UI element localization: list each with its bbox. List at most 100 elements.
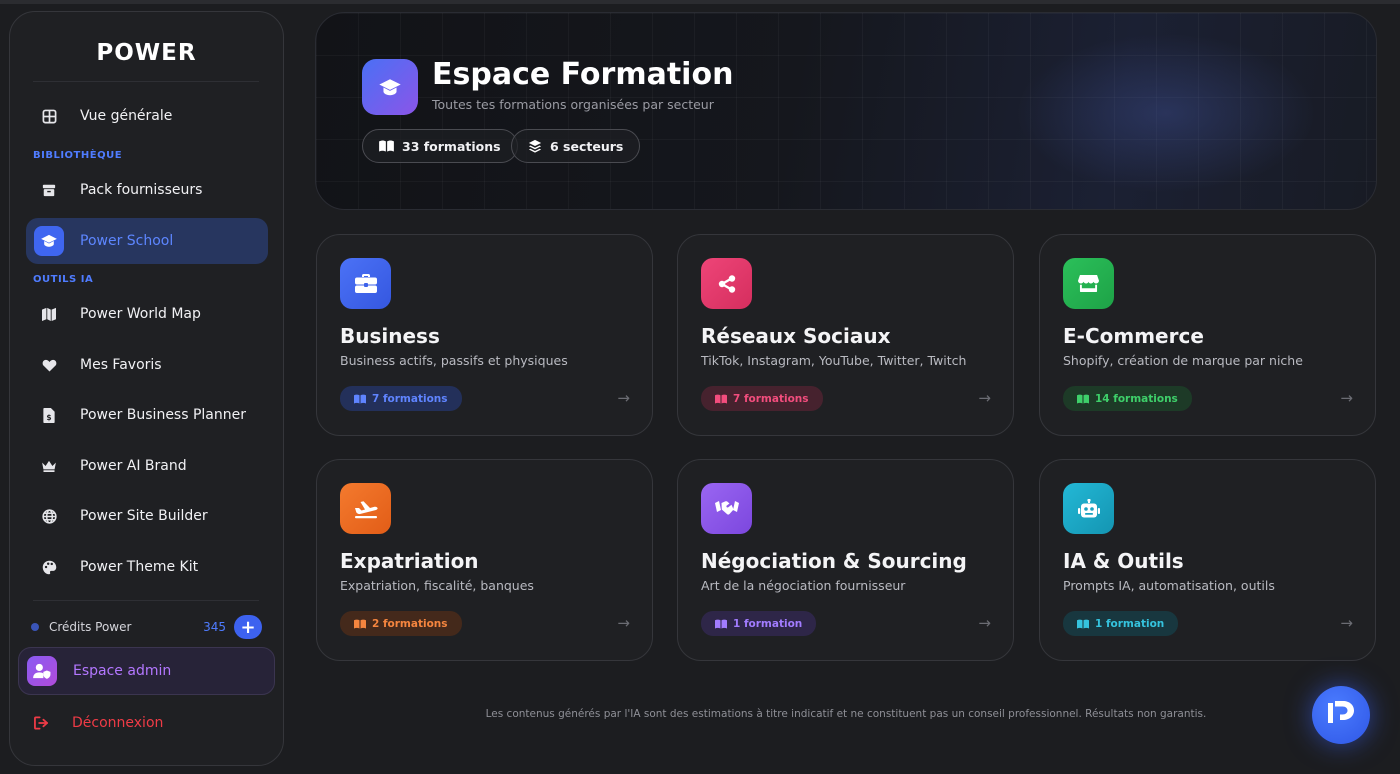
sidebar-item-supplier-pack[interactable]: Pack fournisseurs <box>26 167 268 213</box>
formation-count-badge: 7 formations <box>701 386 823 411</box>
page-title: Espace Formation <box>432 57 734 92</box>
map-icon <box>26 307 72 321</box>
sector-card-ai-tools[interactable]: IA & Outils Prompts IA, automatisation, … <box>1039 459 1376 661</box>
book-icon <box>354 394 366 404</box>
card-title: Business <box>340 324 440 348</box>
sidebar-item-theme-kit[interactable]: Power Theme Kit <box>26 544 268 590</box>
credits-label: Crédits Power <box>49 620 132 634</box>
add-credits-button[interactable]: + <box>234 615 262 639</box>
section-label-library: BIBLIOTHÈQUE <box>33 150 123 161</box>
sidebar-item-label: Power Business Planner <box>80 407 246 423</box>
badge-label: 7 formations <box>733 392 809 405</box>
card-subtitle: TikTok, Instagram, YouTube, Twitter, Twi… <box>701 353 967 368</box>
section-label-ai-tools: OUTILS IA <box>33 274 94 285</box>
store-icon <box>1063 258 1114 309</box>
sector-card-social-networks[interactable]: Réseaux Sociaux TikTok, Instagram, YouTu… <box>677 234 1014 436</box>
assistant-fab-button[interactable] <box>1312 686 1370 744</box>
sidebar-item-ai-brand[interactable]: Power AI Brand <box>26 443 268 489</box>
sidebar-item-business-planner[interactable]: $ Power Business Planner <box>26 392 268 438</box>
sidebar-item-power-school[interactable]: Power School <box>26 218 268 264</box>
card-subtitle: Art de la négociation fournisseur <box>701 578 906 593</box>
admin-label: Espace admin <box>73 663 172 679</box>
arrow-right-icon: → <box>617 614 630 632</box>
sidebar-item-label: Mes Favoris <box>80 357 162 373</box>
heart-icon <box>26 359 72 372</box>
grid-icon <box>26 109 72 124</box>
book-icon <box>715 619 727 629</box>
card-title: Expatriation <box>340 549 479 573</box>
card-title: Négociation & Sourcing <box>701 549 967 573</box>
logout-icon <box>30 716 52 730</box>
hero-banner: Espace Formation Toutes tes formations o… <box>315 12 1377 210</box>
badge-label: 1 formation <box>1095 617 1165 630</box>
arrow-right-icon: → <box>978 614 991 632</box>
status-dot <box>31 623 39 631</box>
book-icon <box>1077 394 1089 404</box>
card-title: Réseaux Sociaux <box>701 324 891 348</box>
divider <box>33 600 259 601</box>
badge-label: 2 formations <box>372 617 448 630</box>
sidebar: POWER Vue générale BIBLIOTHÈQUE Pack fou… <box>9 11 284 766</box>
formation-count-badge: 1 formation <box>1063 611 1179 636</box>
handshake-icon <box>701 483 752 534</box>
svg-text:$: $ <box>46 413 51 422</box>
book-icon <box>715 394 727 404</box>
ai-disclaimer: Les contenus générés par l'IA sont des e… <box>485 708 1207 720</box>
arrow-right-icon: → <box>617 389 630 407</box>
card-title: E-Commerce <box>1063 324 1204 348</box>
sidebar-item-world-map[interactable]: Power World Map <box>26 291 268 337</box>
sidebar-item-label: Power School <box>80 233 174 249</box>
sector-card-expatriation[interactable]: Expatriation Expatriation, fiscalité, ba… <box>316 459 653 661</box>
badge-label: 7 formations <box>372 392 448 405</box>
stat-label: 6 secteurs <box>550 138 624 154</box>
logout-button[interactable]: Déconnexion <box>30 712 163 734</box>
briefcase-icon <box>340 258 391 309</box>
brand-logo[interactable]: POWER <box>10 40 283 66</box>
power-logo-icon <box>1326 699 1356 731</box>
globe-icon <box>26 508 72 524</box>
book-icon <box>379 140 394 152</box>
formation-count-badge: 7 formations <box>340 386 462 411</box>
layers-icon <box>528 139 542 153</box>
sector-card-business[interactable]: Business Business actifs, passifs et phy… <box>316 234 653 436</box>
badge-label: 14 formations <box>1095 392 1178 405</box>
card-subtitle: Shopify, création de marque par niche <box>1063 353 1303 368</box>
document-dollar-icon: $ <box>26 407 72 423</box>
graduation-cap-icon <box>34 226 64 256</box>
badge-label: 1 formation <box>733 617 803 630</box>
graduation-cap-icon <box>362 59 418 115</box>
book-icon <box>1077 619 1089 629</box>
window-top-edge <box>0 0 1400 4</box>
palette-icon <box>26 560 72 575</box>
sidebar-item-overview[interactable]: Vue générale <box>26 93 268 139</box>
sidebar-item-label: Power World Map <box>80 306 201 322</box>
card-title: IA & Outils <box>1063 549 1184 573</box>
card-subtitle: Business actifs, passifs et physiques <box>340 353 568 368</box>
book-icon <box>354 619 366 629</box>
robot-icon <box>1063 483 1114 534</box>
formation-count-badge: 2 formations <box>340 611 462 636</box>
sidebar-item-favorites[interactable]: Mes Favoris <box>26 342 268 388</box>
card-subtitle: Prompts IA, automatisation, outils <box>1063 578 1275 593</box>
formation-count-badge: 1 formation <box>701 611 817 636</box>
sidebar-item-site-builder[interactable]: Power Site Builder <box>26 493 268 539</box>
credits-value: 345 <box>203 620 226 634</box>
card-subtitle: Expatriation, fiscalité, banques <box>340 578 534 593</box>
share-icon <box>701 258 752 309</box>
arrow-right-icon: → <box>1340 614 1353 632</box>
stat-label: 33 formations <box>402 138 501 154</box>
crown-icon <box>26 460 72 472</box>
sidebar-item-label: Power AI Brand <box>80 458 187 474</box>
sector-card-ecommerce[interactable]: E-Commerce Shopify, création de marque p… <box>1039 234 1376 436</box>
formation-count-badge: 14 formations <box>1063 386 1192 411</box>
sidebar-item-label: Vue générale <box>80 108 173 124</box>
stat-pill-formations: 33 formations <box>362 129 518 163</box>
sector-card-negotiation-sourcing[interactable]: Négociation & Sourcing Art de la négocia… <box>677 459 1014 661</box>
hero-glow <box>1016 33 1316 193</box>
sidebar-item-label: Power Theme Kit <box>80 559 199 575</box>
divider <box>33 81 259 82</box>
sidebar-item-label: Pack fournisseurs <box>80 182 203 198</box>
admin-space-button[interactable]: Espace admin <box>18 647 275 695</box>
sidebar-item-label: Power Site Builder <box>80 508 208 524</box>
credits-row: Crédits Power 345 + <box>31 613 262 641</box>
